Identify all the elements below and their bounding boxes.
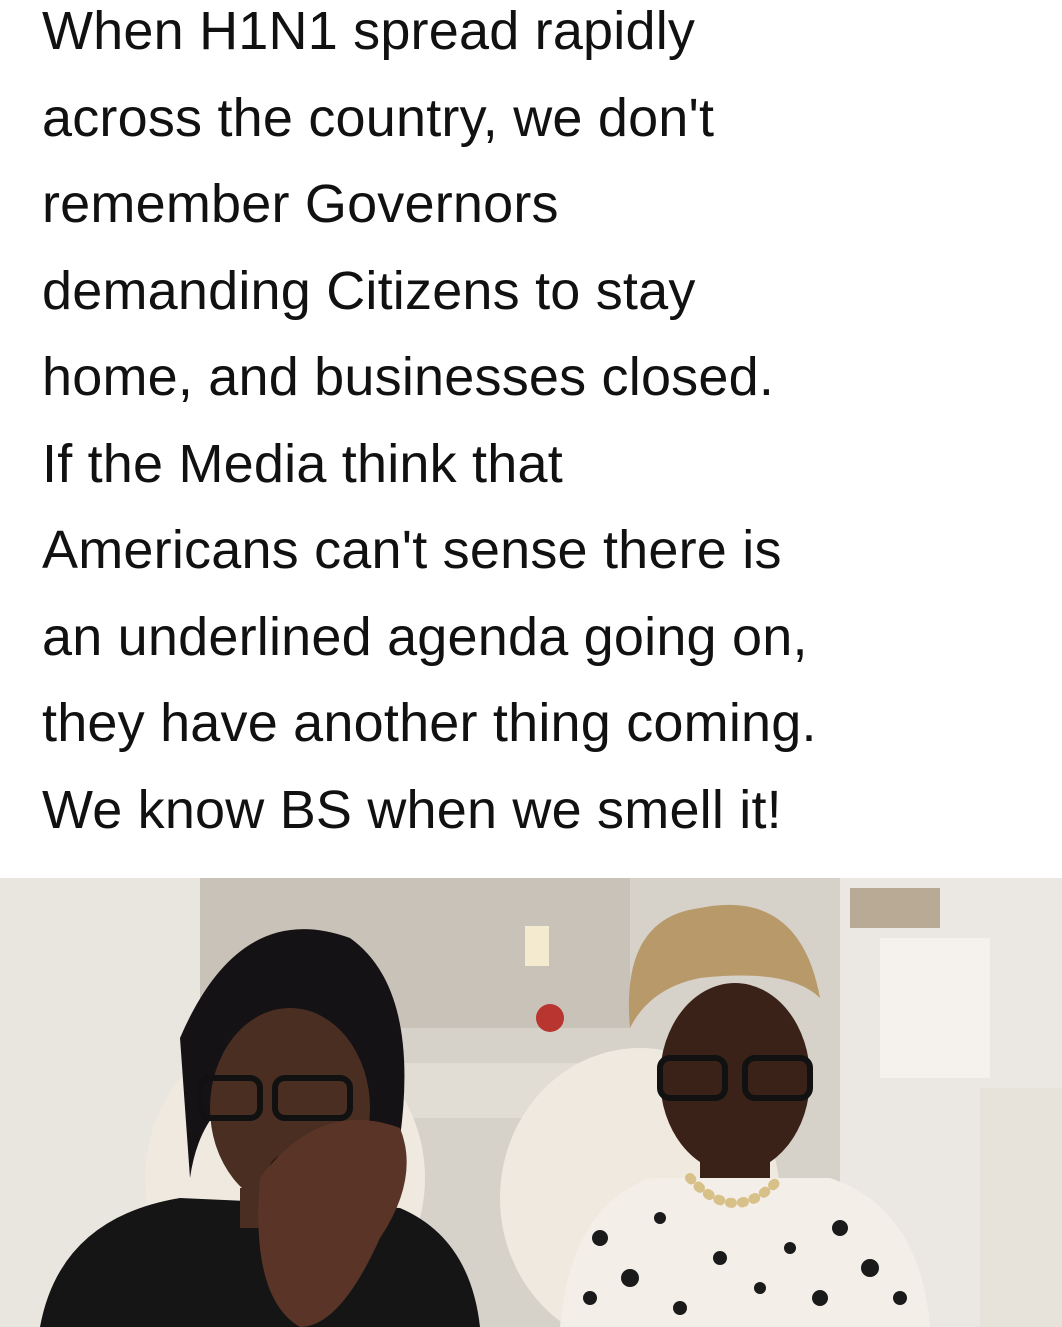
- post-text-line: We know BS when we smell it!: [42, 779, 782, 840]
- video-still-photo: [0, 878, 1062, 1327]
- photo-illustration: [0, 878, 1062, 1327]
- face-right: [660, 983, 810, 1173]
- post-text-line: Americans can't sense there is: [42, 520, 782, 580]
- post-text-line: across the country, we don't: [42, 87, 715, 148]
- post-text-line: home, and businesses closed.: [42, 347, 775, 407]
- doorway: [880, 938, 990, 1078]
- post-text: When H1N1 spread rapidly across the coun…: [42, 0, 1052, 853]
- meme-image: When H1N1 spread rapidly across the coun…: [0, 0, 1062, 1327]
- post-text-line: demanding Citizens to stay: [42, 260, 696, 321]
- post-text-line: If the Media think that: [42, 433, 563, 494]
- right-couch: [980, 1088, 1062, 1327]
- post-text-line: an underlined agenda going on,: [42, 606, 808, 667]
- wall-frame: [850, 888, 940, 928]
- lamp: [525, 926, 549, 966]
- flowers: [536, 1004, 564, 1032]
- post-text-line: When H1N1 spread rapidly: [42, 1, 696, 61]
- post-text-line: remember Governors: [42, 174, 559, 234]
- post-text-line: they have another thing coming.: [42, 693, 817, 753]
